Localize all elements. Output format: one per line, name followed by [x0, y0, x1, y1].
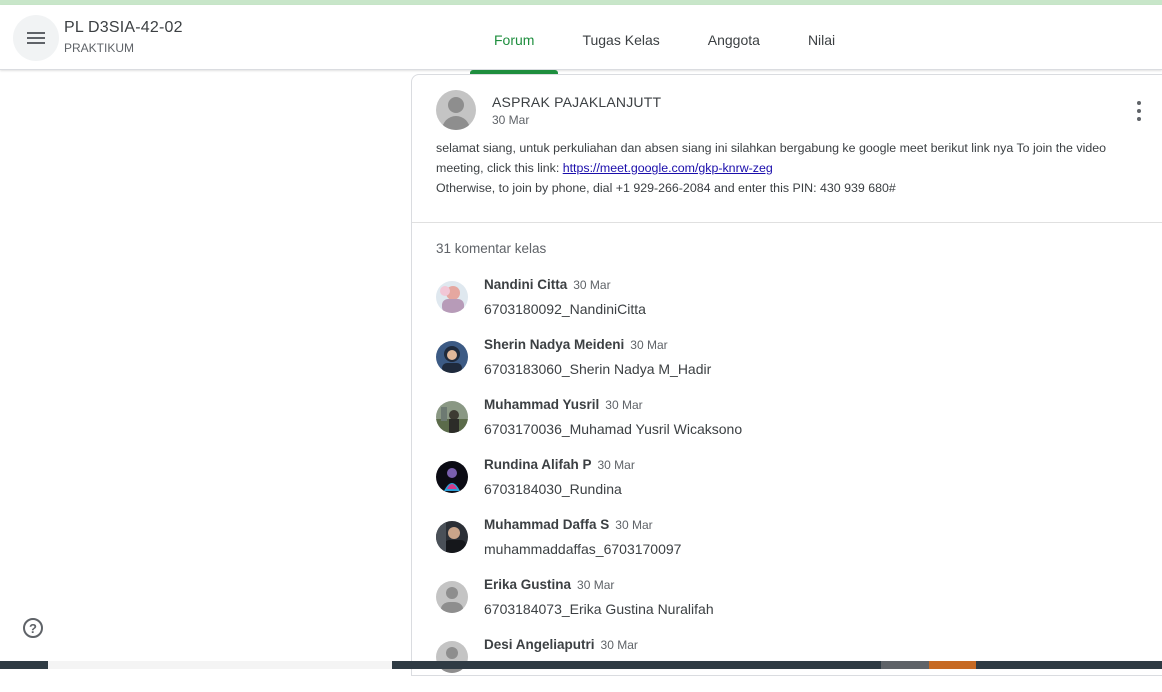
- comment-date: 30 Mar: [600, 638, 638, 652]
- post-text-line2: Otherwise, to join by phone, dial +1 929…: [436, 181, 896, 195]
- comment-text: muhammaddaffas_6703170097: [484, 541, 682, 557]
- avatar: [436, 581, 468, 613]
- avatar: [436, 341, 468, 373]
- post-body: selamat siang, untuk perkuliahan dan abs…: [436, 138, 1146, 198]
- tab-forum[interactable]: Forum: [470, 10, 559, 74]
- comment-date: 30 Mar: [573, 278, 611, 292]
- comment-text: 6703183060_Sherin Nadya M_Hadir: [484, 361, 712, 377]
- comment-author: Sherin Nadya Meideni 30 Mar: [484, 337, 668, 352]
- comment-author: Desi Angeliaputri 30 Mar: [484, 637, 638, 652]
- post-card: ASPRAK PAJAKLANJUTT 30 Mar selamat siang…: [411, 74, 1162, 676]
- comment-author: Erika Gustina 30 Mar: [484, 577, 615, 592]
- class-header: PL D3SIA-42-02 PRAKTIKUM Forum Tugas Kel…: [0, 5, 1162, 74]
- comment-item: Sherin Nadya Meideni 30 Mar 6703183060_Sh…: [436, 336, 1136, 392]
- class-title[interactable]: PL D3SIA-42-02: [64, 19, 183, 37]
- comment-author: Nandini Citta 30 Mar: [484, 277, 611, 292]
- comment-date: 30 Mar: [630, 338, 668, 352]
- avatar: [436, 281, 468, 313]
- class-comments-count[interactable]: 31 komentar kelas: [436, 241, 546, 256]
- comment-text: 6703170036_Muhamad Yusril Wicaksono: [484, 421, 743, 437]
- tab-nilai[interactable]: Nilai: [784, 10, 859, 69]
- comment-date: 30 Mar: [597, 458, 635, 472]
- comment-item: Erika Gustina 30 Mar 6703184073_Erika Gus…: [436, 576, 1136, 632]
- comment-author: Muhammad Yusril 30 Mar: [484, 397, 643, 412]
- tab-anggota[interactable]: Anggota: [684, 10, 784, 69]
- comment-item: Nandini Citta 30 Mar 6703180092_NandiniCi…: [436, 276, 1136, 332]
- avatar: [436, 521, 468, 553]
- default-avatar-icon: [436, 90, 476, 130]
- comment-date: 30 Mar: [605, 398, 643, 412]
- class-subtitle: PRAKTIKUM: [64, 41, 135, 55]
- comment-text: 6703184073_Erika Gustina Nuralifah: [484, 601, 714, 617]
- taskbar-app-button[interactable]: [929, 661, 976, 669]
- comment-item: Muhammad Daffa S 30 Mar muhammaddaffas_67…: [436, 516, 1136, 572]
- default-avatar-icon: [436, 581, 468, 613]
- divider: [412, 222, 1162, 223]
- tab-tugas-kelas[interactable]: Tugas Kelas: [558, 10, 683, 69]
- comment-item: Rundina Alifah P 30 Mar 6703184030_Rundin…: [436, 456, 1136, 512]
- avatar: [436, 461, 468, 493]
- more-options-icon[interactable]: [1127, 101, 1151, 121]
- avatar: [436, 401, 468, 433]
- main-menu-button[interactable]: [13, 15, 59, 61]
- comment-author: Muhammad Daffa S 30 Mar: [484, 517, 653, 532]
- comment-item: Muhammad Yusril 30 Mar 6703170036_Muhamad…: [436, 396, 1136, 452]
- comment-date: 30 Mar: [577, 578, 615, 592]
- post-author-name: ASPRAK PAJAKLANJUTT: [492, 94, 662, 110]
- meet-link[interactable]: https://meet.google.com/gkp-knrw-zeg: [563, 161, 773, 175]
- help-icon[interactable]: ?: [23, 618, 43, 638]
- comment-date: 30 Mar: [615, 518, 653, 532]
- hamburger-menu-icon: [27, 32, 45, 44]
- taskbar-app-button[interactable]: [881, 661, 929, 669]
- class-tabs: Forum Tugas Kelas Anggota Nilai: [470, 10, 859, 74]
- taskbar-search-box[interactable]: [48, 661, 392, 669]
- post-author-avatar: [436, 90, 476, 130]
- comment-author: Rundina Alifah P 30 Mar: [484, 457, 635, 472]
- post-date: 30 Mar: [492, 113, 530, 127]
- comment-text: 6703184030_Rundina: [484, 481, 622, 497]
- comment-text: 6703180092_NandiniCitta: [484, 301, 646, 317]
